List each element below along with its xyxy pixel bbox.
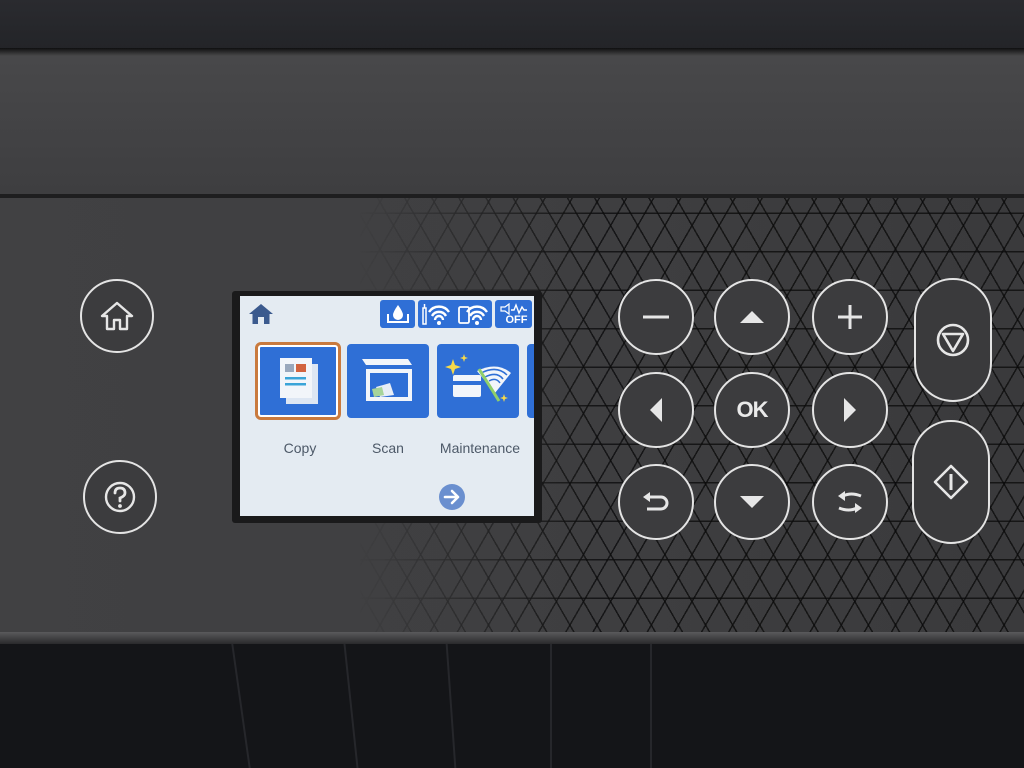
- stop-icon: [936, 323, 970, 357]
- minus-icon: [643, 315, 669, 319]
- quiet-mode-state: OFF: [505, 313, 528, 326]
- menu-label-maintenance: Maintenance: [439, 440, 521, 456]
- home-button[interactable]: [80, 279, 154, 353]
- maintenance-icon: [445, 354, 511, 402]
- tray-rib: [343, 644, 359, 768]
- plus-icon: [838, 305, 862, 329]
- switch-button[interactable]: [812, 464, 888, 540]
- tray-rib: [550, 644, 552, 768]
- menu-tile-scan[interactable]: [347, 344, 429, 418]
- copy-icon: [280, 358, 318, 404]
- next-page-button[interactable]: [439, 484, 465, 510]
- home-icon: [100, 301, 134, 331]
- arrow-right-icon: [844, 398, 856, 422]
- wifi-direct-icon: [422, 304, 450, 325]
- arrow-up-icon: [740, 311, 764, 323]
- down-button[interactable]: [714, 464, 790, 540]
- panel-bottom-edge: [0, 632, 1024, 644]
- start-icon: [933, 464, 969, 500]
- help-icon: [104, 481, 136, 513]
- swap-icon: [838, 491, 862, 513]
- lcd-home-icon[interactable]: [248, 302, 274, 326]
- menu-tile-copy[interactable]: [255, 342, 341, 420]
- menu-label-copy: Copy: [283, 440, 317, 456]
- minus-button[interactable]: [618, 279, 694, 355]
- tray-rib: [445, 644, 457, 768]
- back-button[interactable]: [618, 464, 694, 540]
- ok-label: OK: [736, 397, 769, 422]
- printer-lid: [0, 0, 1024, 50]
- scan-icon: [362, 359, 412, 401]
- quiet-mode-icon: [499, 302, 527, 315]
- help-button[interactable]: [83, 460, 157, 534]
- right-button[interactable]: [812, 372, 888, 448]
- ink-status[interactable]: [380, 300, 415, 328]
- upper-panel: [0, 56, 1024, 194]
- tray-rib: [231, 644, 251, 768]
- back-icon: [643, 492, 669, 511]
- menu-tile-maintenance[interactable]: [437, 344, 519, 418]
- up-button[interactable]: [714, 279, 790, 355]
- start-button[interactable]: [912, 420, 990, 544]
- network-status[interactable]: [418, 300, 492, 328]
- tray-rib: [650, 644, 652, 768]
- lcd-screen: OFF Copy Scan Maintenance: [240, 296, 534, 516]
- output-tray: [0, 644, 1024, 768]
- menu-tile-next-partial[interactable]: [527, 344, 534, 418]
- plus-button[interactable]: [812, 279, 888, 355]
- ink-level-icon: [386, 305, 409, 323]
- stop-button[interactable]: [914, 278, 992, 402]
- arrow-down-icon: [740, 496, 764, 508]
- lid-edge: [0, 48, 1024, 56]
- quiet-mode-status[interactable]: OFF: [495, 300, 532, 328]
- ok-button[interactable]: OK: [714, 372, 790, 448]
- arrow-left-icon: [650, 398, 662, 422]
- menu-label-scan: Scan: [372, 440, 404, 456]
- arrow-right-icon: [443, 489, 460, 505]
- left-button[interactable]: [618, 372, 694, 448]
- wifi-connection-icon: [458, 305, 488, 325]
